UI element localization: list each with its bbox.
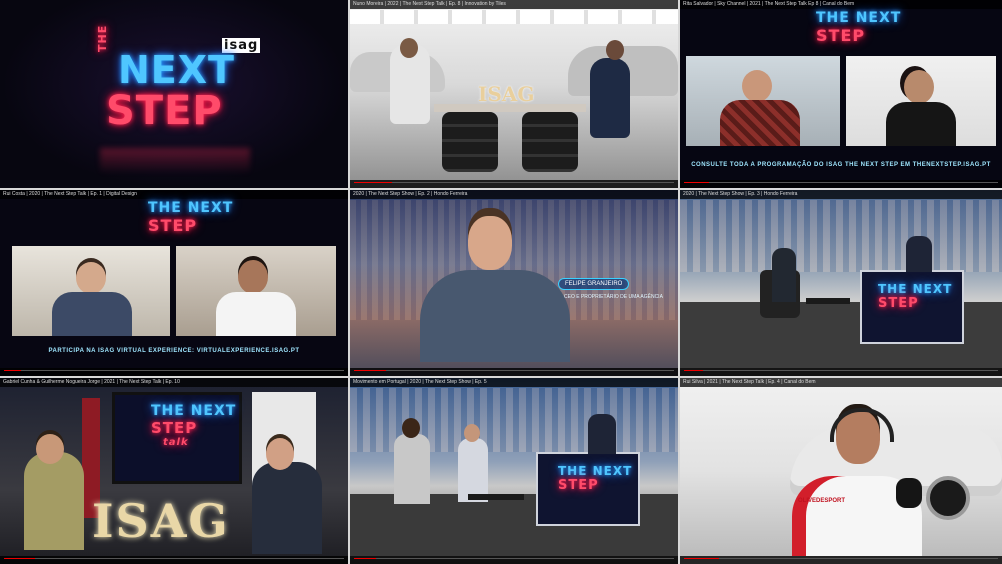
logo-step: STEP [558,478,599,493]
video-tile-studio-wide[interactable]: 2020 | The Next Step Show | Ep. 3 | Hond… [680,190,1002,376]
guest-head [468,216,512,270]
guest [772,248,796,302]
tire-stack-right [522,112,578,172]
logo-talk: talk [163,437,189,448]
video-tile-podcast[interactable]: Gabriel Cunha & Guilherme Nogueira Jorge… [0,378,348,564]
guest-body [420,270,570,362]
call-right-frame [846,56,996,146]
call-left-frame [686,56,840,146]
video-title-bar: Rita Salvador | Sky Channel | 2021 | The… [680,0,1002,9]
logo-next: THE NEXT [148,200,234,216]
video-tile-garage[interactable]: Nuno Moreira | 2022 | The Next Step Talk… [350,0,678,188]
progress-bar[interactable] [350,180,678,188]
city-backdrop [680,200,1002,272]
jacket-logo: OLIVEDESPORT [798,498,846,504]
host-right [252,462,322,554]
guest-2 [458,438,488,502]
host-right-head [266,438,294,470]
video-tile-studio-portrait[interactable]: 2020 | The Next Step Show | Ep. 2 | Hond… [350,190,678,376]
logo-next: THE NEXT [558,464,633,478]
logo-next: THE NEXT [878,282,953,296]
name-tag: FELIPE GRANJEIRO [558,278,630,290]
name-tag-subtitle: CEO E PROPRIETÁRIO DE UMA AGÊNCIA [564,294,663,300]
guest-1 [394,434,430,504]
host-left-head [36,434,64,464]
guest-1-head [402,418,420,438]
call-left-frame [12,246,170,336]
headphones-icon [830,408,894,442]
presenter-desk: THE NEXT STEP [536,452,640,526]
video-tile-guest-headphones[interactable]: Rui Silva | 2021 | The Next Step Talk | … [680,378,1002,564]
progress-bar[interactable] [680,180,1002,188]
progress-bar[interactable] [350,368,678,376]
coffee-table [806,298,850,304]
tire-stack-left [442,112,498,172]
logo-step: STEP [148,216,198,235]
video-title-bar: Movimento em Portugal | 2020 | The Next … [350,378,678,387]
progress-bar[interactable] [0,368,348,376]
virtual-experience-caption: PARTICIPA NA ISAG VIRTUAL EXPERIENCE: VI… [48,348,300,354]
presenter [588,414,616,454]
coffee-table [468,494,524,500]
microphone-icon [896,478,922,508]
ceiling-lights [350,10,678,24]
video-title-bar: Rui Costa | 2020 | The Next Step Talk | … [0,190,348,199]
tv-screen: THE NEXT STEP talk [112,392,242,484]
person-right-head [606,40,624,60]
person-left-head [400,38,418,58]
guest-2-head [464,424,480,442]
video-tile-studio-panel[interactable]: Movimento em Portugal | 2020 | The Next … [350,378,678,564]
logo-next: NEXT [118,48,235,92]
schedule-caption: CONSULTE TODA A PROGRAMAÇÃO DO ISAG THE … [691,162,991,168]
logo-step: STEP [816,26,866,45]
car-wheel [926,476,970,520]
video-title-bar: Nuno Moreira | 2022 | The Next Step Talk… [350,0,678,9]
logo-step: STEP [106,88,223,134]
logo-next: THE NEXT [151,403,237,419]
logo-the: THE [96,24,109,52]
call-right-frame [176,246,336,336]
progress-bar[interactable] [0,556,348,564]
host-left [24,452,84,550]
progress-bar[interactable] [680,556,1002,564]
logo-step: STEP [878,296,919,311]
video-tile-logo[interactable]: isag THE NEXT STEP [0,0,348,188]
progress-bar[interactable] [350,556,678,564]
logo-next: THE NEXT [816,10,902,26]
person-right [590,58,630,138]
progress-bar[interactable] [680,368,1002,376]
video-title-bar: Rui Silva | 2021 | The Next Step Talk | … [680,378,1002,387]
video-title-bar: Gabriel Cunha & Guilherme Nogueira Jorge… [0,378,348,387]
video-mosaic: isag THE NEXT STEP Nuno Moreira | 2022 |… [0,0,1002,564]
video-title-bar: 2020 | The Next Step Show | Ep. 2 | Hond… [350,190,678,199]
video-tile-call-2[interactable]: Rui Costa | 2020 | The Next Step Talk | … [0,190,348,376]
isag-letters: ISAG [92,494,230,548]
presenter [906,236,932,272]
presenter-desk: THE NEXT STEP [860,270,964,344]
video-title-bar: 2020 | The Next Step Show | Ep. 3 | Hond… [680,190,1002,199]
isag-sign: ISAG [478,82,535,106]
logo-step: STEP [151,419,198,437]
logo-reflection [100,148,250,174]
video-tile-call-1[interactable]: Rita Salvador | Sky Channel | 2021 | The… [680,0,1002,188]
